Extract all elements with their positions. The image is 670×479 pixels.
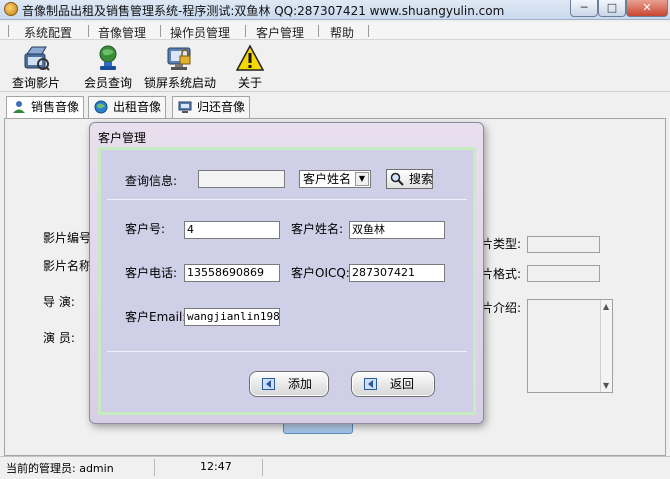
customer-oicq-field[interactable]: 287307421: [349, 264, 445, 282]
menu-separator: [245, 25, 246, 37]
status-time: 12:47: [200, 460, 232, 473]
title-bar: 音像制品出租及销售管理系统-程序测试:双鱼林 QQ:287307421 www.…: [0, 0, 670, 20]
lock-system-button[interactable]: 锁屏系统启动: [144, 42, 217, 90]
menu-customer-management[interactable]: 客户管理: [256, 24, 304, 41]
dialog-body: 查询信息: 客户姓名 ▼ 搜索 客户号: 4 客户姓名: 双鱼林 客户电话: 1…: [98, 147, 476, 415]
search-button-label: 搜索: [409, 172, 434, 186]
customer-name-label: 客户姓名:: [291, 222, 344, 236]
toolbar: 查询影片 会员查询 锁屏系统启动 关于: [0, 40, 670, 92]
movie-name-label: 影片名称:: [43, 259, 96, 273]
tab-sales-media[interactable]: 销售音像: [6, 96, 84, 119]
tab-strip: 销售音像 出租音像 归还音像: [0, 96, 670, 119]
back-arrow-icon: [364, 378, 377, 390]
add-button[interactable]: 添加: [249, 371, 329, 397]
customer-phone-field[interactable]: 13558690869: [184, 264, 280, 282]
status-bar: 当前的管理员: admin 12:47: [0, 456, 670, 479]
maximize-button[interactable]: □: [598, 0, 626, 17]
close-button[interactable]: ✕: [626, 0, 668, 17]
member-query-button[interactable]: 会员查询: [80, 42, 136, 90]
add-arrow-icon: [262, 378, 275, 390]
movie-id-label: 影片编号:: [43, 231, 96, 245]
customer-oicq-label: 客户OICQ:: [291, 266, 350, 280]
movie-format-field[interactable]: [527, 265, 600, 282]
customer-name-field[interactable]: 双鱼林: [349, 221, 445, 239]
menu-media-management[interactable]: 音像管理: [98, 24, 146, 41]
back-button[interactable]: 返回: [351, 371, 435, 397]
computer-icon: [178, 101, 192, 113]
menu-separator: [8, 25, 9, 37]
menu-bar: 系统配置 音像管理 操作员管理 客户管理 帮助: [0, 22, 670, 40]
lock-screen-icon: [167, 47, 191, 70]
query-field-select[interactable]: 客户姓名 ▼: [299, 170, 371, 188]
tab-return-media[interactable]: 归还音像: [172, 96, 250, 118]
search-button[interactable]: 搜索: [386, 169, 433, 189]
customer-management-dialog: 客户管理 查询信息: 客户姓名 ▼ 搜索 客户号: 4 客户姓名: 双鱼林 客户…: [89, 122, 484, 424]
globe-user-icon: [99, 45, 117, 70]
intro-scrollbar[interactable]: ▲ ▼: [600, 300, 612, 392]
movie-type-label: 片类型:: [481, 237, 522, 251]
movie-intro-label: 片介绍:: [481, 301, 522, 315]
customer-id-label: 客户号:: [125, 222, 166, 236]
movie-intro-textarea[interactable]: ▲ ▼: [527, 299, 613, 393]
minimize-button[interactable]: ─: [570, 0, 598, 17]
user-icon: [13, 101, 25, 113]
customer-email-field[interactable]: wangjianlin1985@1: [184, 308, 280, 326]
menu-separator: [368, 25, 369, 37]
film-query-icon: [24, 46, 50, 71]
app-icon: [4, 2, 18, 16]
top-divider: [107, 199, 467, 200]
query-info-input[interactable]: [198, 170, 285, 188]
add-button-label: 添加: [288, 377, 313, 391]
customer-phone-label: 客户电话:: [125, 266, 178, 280]
menu-separator: [318, 25, 319, 37]
back-button-label: 返回: [390, 377, 415, 391]
tab-return-label: 归还音像: [197, 100, 246, 114]
lock-system-label: 锁屏系统启动: [144, 76, 217, 90]
query-movie-label: 查询影片: [11, 76, 60, 90]
query-info-label: 查询信息:: [125, 174, 178, 188]
tab-rent-label: 出租音像: [113, 100, 162, 114]
status-separator: [154, 459, 155, 476]
actor-label: 演 员:: [43, 331, 75, 345]
globe-icon: [94, 100, 108, 114]
warning-icon: [236, 44, 264, 71]
window-title: 音像制品出租及销售管理系统-程序测试:双鱼林 QQ:287307421 www.…: [22, 4, 505, 18]
tab-rent-media[interactable]: 出租音像: [88, 96, 166, 118]
query-movie-button[interactable]: 查询影片: [8, 42, 64, 90]
menu-operator-management[interactable]: 操作员管理: [170, 24, 230, 41]
status-admin: 当前的管理员: admin: [6, 462, 114, 475]
dropdown-arrow-icon[interactable]: ▼: [355, 172, 369, 186]
member-query-label: 会员查询: [83, 76, 132, 90]
status-separator: [262, 459, 263, 476]
customer-id-field[interactable]: 4: [184, 221, 280, 239]
tab-sales-label: 销售音像: [31, 100, 80, 114]
about-label: 关于: [237, 76, 262, 90]
movie-type-field[interactable]: [527, 236, 600, 253]
bottom-divider: [107, 351, 467, 352]
customer-email-label: 客户Email:: [125, 310, 187, 324]
director-label: 导 演:: [43, 295, 75, 309]
menu-separator: [88, 25, 89, 37]
menu-system-config[interactable]: 系统配置: [24, 24, 72, 41]
scroll-down-arrow-icon[interactable]: ▼: [603, 381, 609, 390]
movie-format-label: 片格式:: [481, 267, 522, 281]
about-button[interactable]: 关于: [228, 42, 272, 90]
scroll-up-arrow-icon[interactable]: ▲: [603, 302, 609, 311]
menu-help[interactable]: 帮助: [330, 24, 354, 41]
menu-separator: [160, 25, 161, 37]
query-field-value: 客户姓名: [303, 172, 352, 186]
magnifier-icon: [390, 172, 404, 186]
dialog-title: 客户管理: [98, 131, 147, 145]
